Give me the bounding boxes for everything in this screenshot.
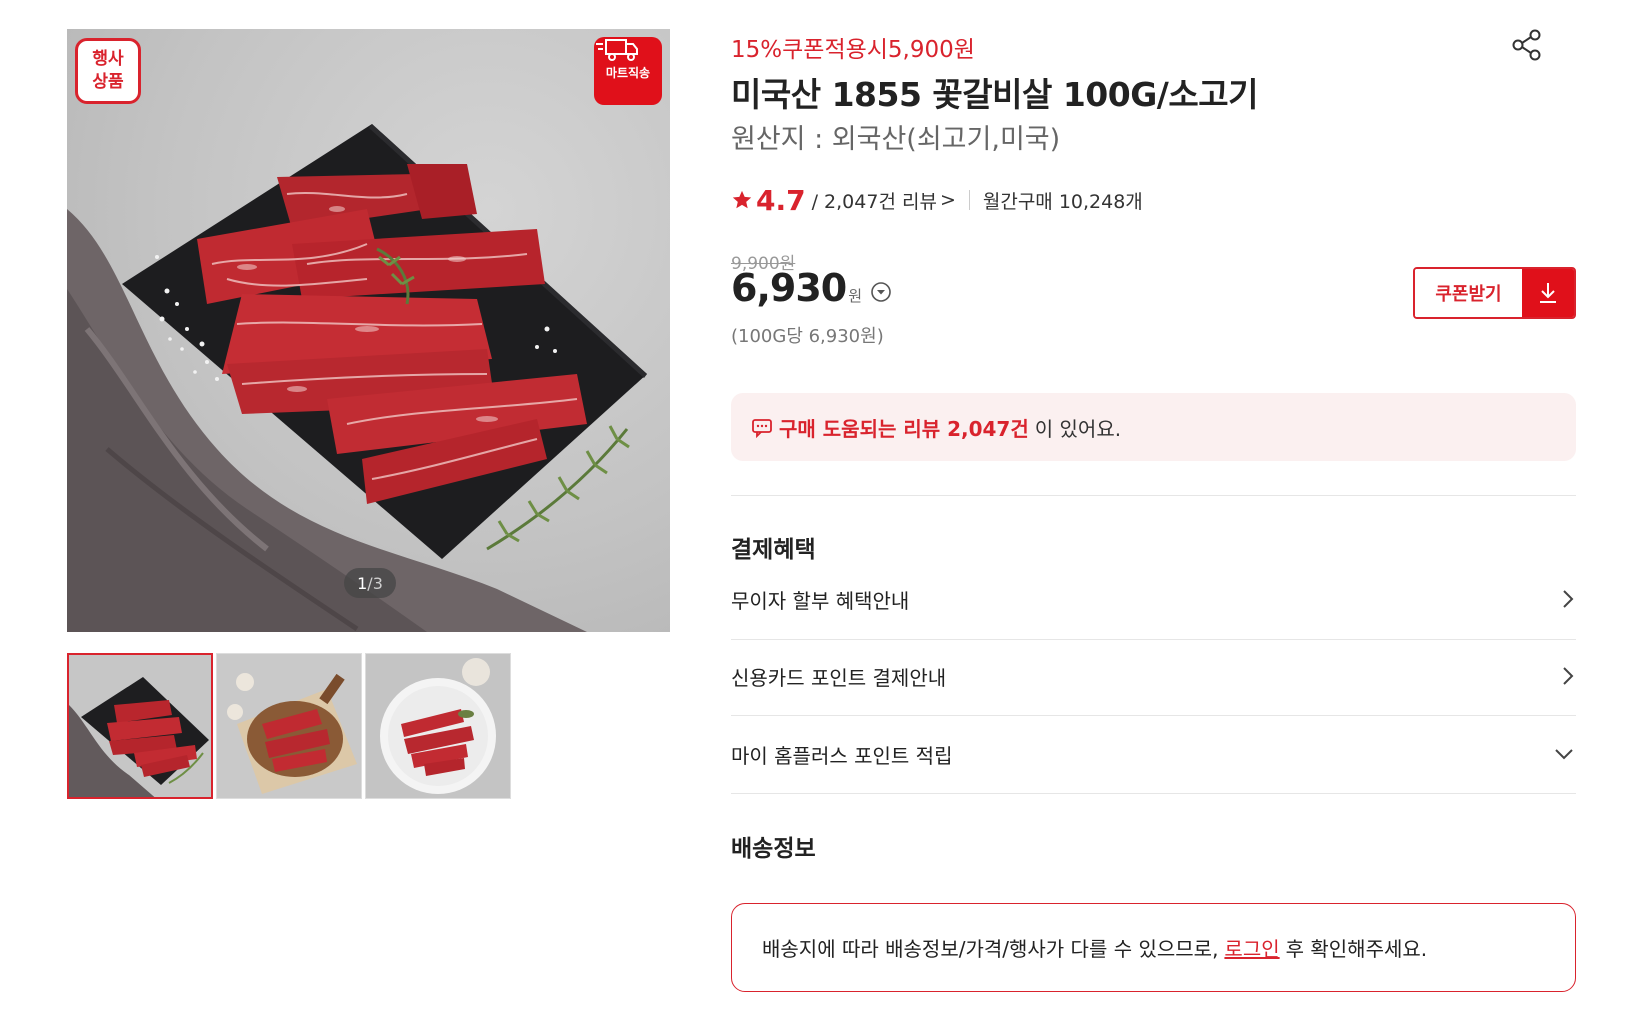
event-badge-line2: 상품 [92, 72, 124, 92]
price-row: 6,930 원 [731, 266, 892, 310]
login-link[interactable]: 로그인 [1224, 933, 1279, 962]
review-banner-text: 이 있어요. [1034, 416, 1122, 441]
sale-price: 6,930 [731, 266, 847, 310]
chat-icon [752, 419, 772, 438]
coupon-download-button[interactable]: 쿠폰받기 [1413, 267, 1576, 319]
rating-row: 4.7 / 2,047건 리뷰 > 월간구매 10,248개 [731, 183, 1143, 217]
monthly-sales: 월간구매 10,248개 [982, 190, 1143, 213]
download-icon[interactable] [1537, 281, 1559, 305]
star-icon [732, 190, 752, 209]
review-count-link[interactable]: / 2,047건 리뷰 [812, 187, 937, 214]
main-product-image[interactable]: 행사 상품 마트직송 1 /3 [67, 29, 670, 632]
price-info-icon[interactable] [870, 281, 892, 303]
benefit-homeplus-point[interactable]: 마이 홈플러스 포인트 적립 [731, 734, 1576, 774]
thumbnail-photo-3 [366, 654, 510, 798]
divider [731, 639, 1576, 640]
shipping-login-notice: 배송지에 따라 배송정보/가격/행사가 다를 수 있으므로, 로그인 후 확인해… [731, 903, 1576, 992]
product-photo [67, 124, 647, 632]
review-banner-highlight: 구매 도움되는 리뷰 2,047건 [779, 416, 1029, 441]
unit-price: (100G당 6,930원) [731, 326, 884, 347]
thumbnail-photo-1 [69, 655, 211, 797]
benefit-interest-free[interactable]: 무이자 할부 혜택안내 [731, 579, 1576, 619]
divider [731, 715, 1576, 716]
shipping-info-title: 배송정보 [731, 836, 816, 862]
coupon-button-label[interactable]: 쿠폰받기 [1415, 269, 1522, 317]
thumbnail-2[interactable] [216, 653, 362, 799]
product-info-panel: 15%쿠폰적용시5,900원 미국산 1855 꽃갈비살 100G/소고기 원산… [731, 0, 1576, 1025]
rating-score: 4.7 [756, 183, 806, 217]
notice-text-after: 후 확인해주세요. [1285, 937, 1428, 961]
divider [968, 190, 970, 210]
divider [731, 793, 1576, 794]
benefit-label: 신용카드 포인트 결제안내 [731, 665, 947, 690]
event-badge-line1: 행사 [92, 49, 124, 69]
thumbnail-3[interactable] [365, 653, 511, 799]
image-counter: 1 /3 [344, 568, 396, 598]
product-title: 미국산 1855 꽃갈비살 100G/소고기 [731, 75, 1258, 114]
thumbnail-photo-2 [217, 654, 361, 798]
product-origin: 원산지 : 외국산(쇠고기,미국) [731, 124, 1061, 155]
benefit-label: 무이자 할부 혜택안내 [731, 588, 910, 613]
coupon-applied-price: 15%쿠폰적용시5,900원 [731, 37, 975, 63]
benefit-card-point[interactable]: 신용카드 포인트 결제안내 [731, 656, 1576, 696]
mart-delivery-badge: 마트직송 [594, 37, 662, 105]
chevron-right-icon [1563, 667, 1574, 685]
notice-text-before: 배송지에 따라 배송정보/가격/행사가 다를 수 있으므로, [762, 937, 1219, 961]
delivery-truck-icon [596, 39, 638, 61]
helpful-review-banner[interactable]: 구매 도움되는 리뷰 2,047건 이 있어요. [731, 393, 1576, 461]
benefit-label: 마이 홈플러스 포인트 적립 [731, 743, 953, 768]
counter-current: 1 [357, 573, 368, 593]
payment-benefits-title: 결제혜택 [731, 537, 816, 563]
chevron-down-icon [1555, 749, 1573, 760]
thumbnail-1[interactable] [67, 653, 213, 799]
mart-badge-label: 마트직송 [605, 65, 651, 80]
divider [731, 495, 1576, 496]
counter-total: /3 [367, 573, 383, 593]
coupon-download-area[interactable] [1522, 269, 1574, 317]
price-unit: 원 [848, 287, 863, 305]
share-icon[interactable] [1510, 28, 1544, 62]
chevron-right-icon[interactable]: > [940, 189, 956, 211]
event-product-badge: 행사 상품 [75, 38, 141, 104]
chevron-right-icon [1563, 590, 1574, 608]
